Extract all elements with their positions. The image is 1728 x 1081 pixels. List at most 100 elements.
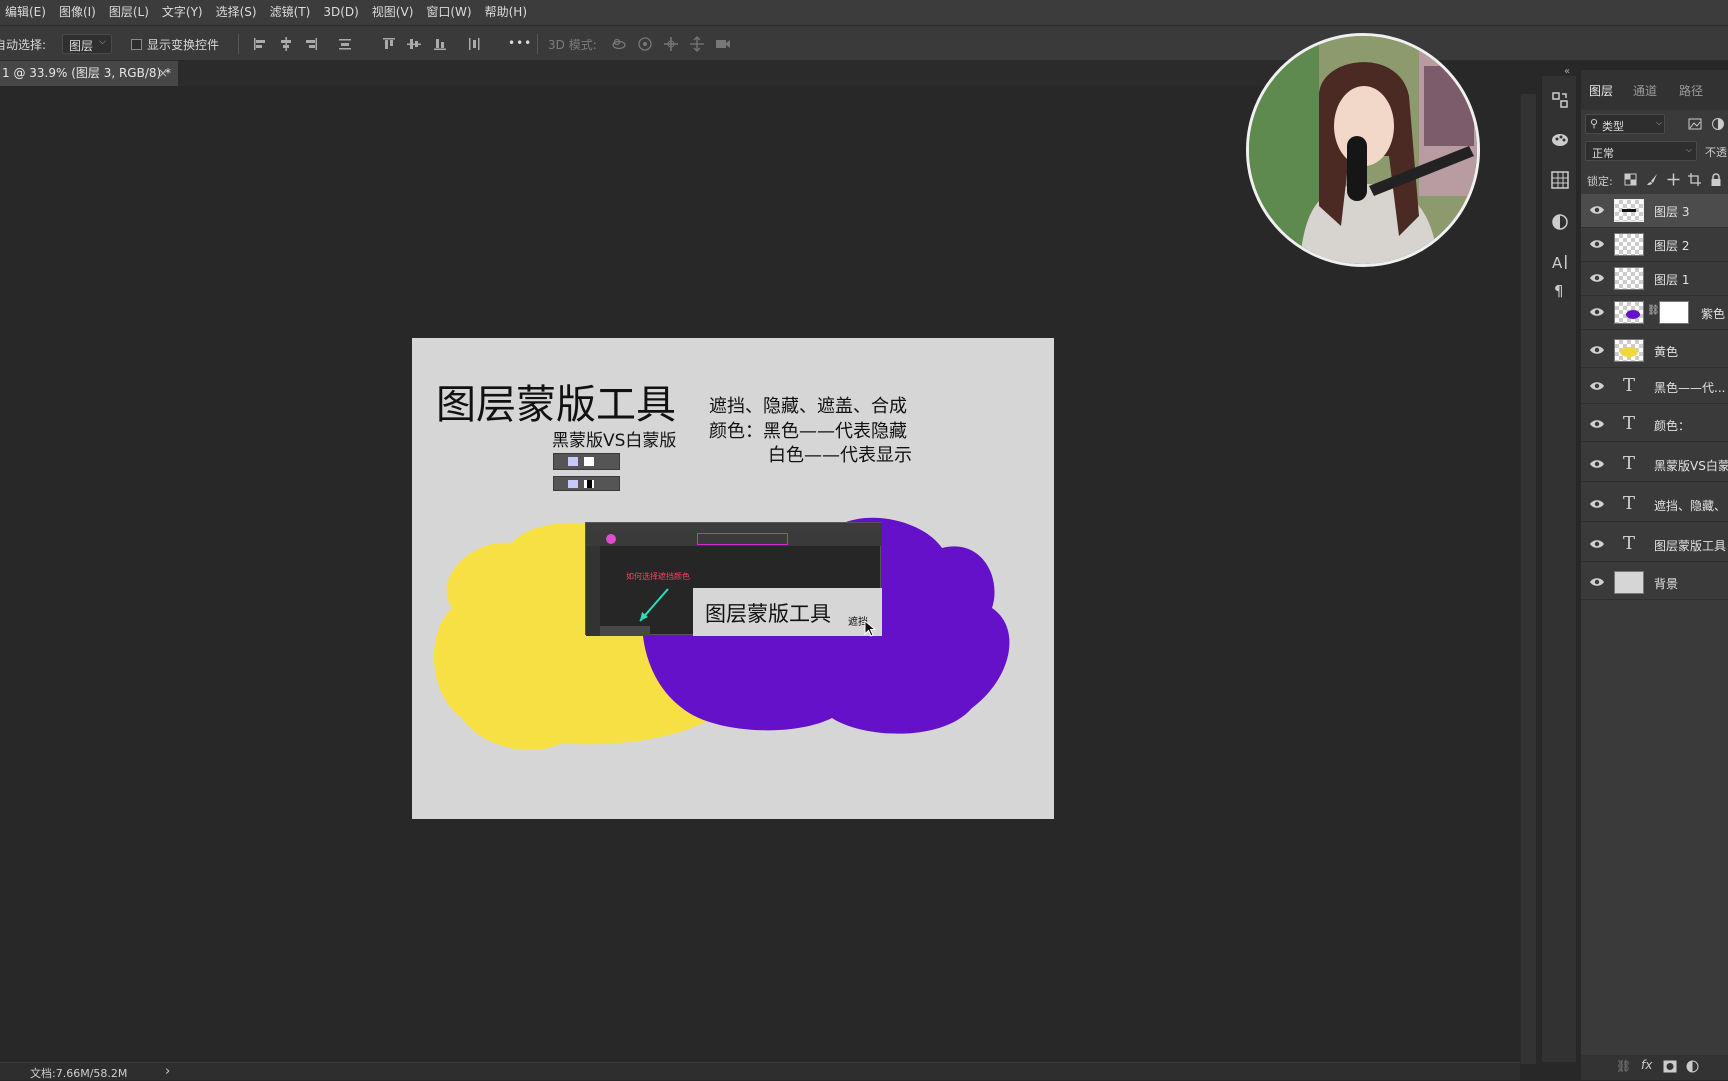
auto-select-dropdown[interactable]: 图层 ⌵: [62, 34, 112, 54]
history-icon[interactable]: [1550, 90, 1570, 110]
link-layers-icon[interactable]: ⛓: [1616, 1059, 1631, 1073]
filter-pixel-icon[interactable]: [1688, 117, 1702, 131]
layer-row[interactable]: 图层 3: [1581, 194, 1728, 228]
layer-row[interactable]: T 颜色：: [1581, 408, 1728, 442]
visibility-eye-icon[interactable]: [1589, 238, 1605, 250]
3d-roll-icon[interactable]: [637, 36, 653, 52]
lock-brush-icon[interactable]: [1646, 173, 1659, 186]
status-menu-arrow[interactable]: ›: [165, 1064, 170, 1079]
visibility-eye-icon[interactable]: [1589, 272, 1605, 284]
webcam-overlay: [1246, 33, 1480, 267]
inset-screenshot: 如何选择遮挡颜色 图层蒙版工具 遮挡: [585, 522, 882, 636]
menu-window[interactable]: 窗口(W): [421, 0, 479, 25]
tab-layers[interactable]: 图层: [1589, 82, 1613, 99]
layer-row[interactable]: 背景: [1581, 566, 1728, 600]
add-mask-icon[interactable]: [1663, 1060, 1677, 1073]
3d-orbit-icon[interactable]: [611, 36, 627, 52]
mini-layer-black: [553, 476, 620, 491]
visibility-eye-icon[interactable]: [1589, 306, 1605, 318]
visibility-eye-icon[interactable]: [1589, 576, 1605, 588]
blend-mode-dropdown[interactable]: 正常 ⌵: [1585, 141, 1697, 161]
doc-size-info: 文档:7.66M/58.2M: [30, 1067, 128, 1080]
blend-mode-value: 正常: [1592, 147, 1614, 160]
swatches-grid-icon[interactable]: [1550, 170, 1570, 190]
layer-row[interactable]: T 黑色——代...: [1581, 370, 1728, 404]
distribute-icon[interactable]: [337, 36, 353, 52]
collapse-panels-icon[interactable]: «: [1564, 66, 1570, 77]
text-layer-icon: T: [1623, 453, 1636, 474]
layer-name: 图层蒙版工具: [1654, 539, 1727, 553]
tab-channels[interactable]: 通道: [1633, 82, 1657, 99]
3d-pan-icon[interactable]: [663, 36, 679, 52]
lock-all-icon[interactable]: [1710, 173, 1722, 186]
adjustment-layer-icon[interactable]: [1686, 1060, 1699, 1073]
align-bottom-icon[interactable]: [432, 36, 448, 52]
3d-slide-icon[interactable]: [689, 36, 705, 52]
menu-view[interactable]: 视图(V): [367, 0, 422, 25]
align-hcenter-icon[interactable]: [278, 36, 294, 52]
visibility-eye-icon[interactable]: [1589, 418, 1605, 430]
tab-paths[interactable]: 路径: [1679, 82, 1703, 99]
menu-select[interactable]: 选择(S): [211, 0, 265, 25]
align-vcenter-icon[interactable]: [406, 36, 422, 52]
align-right-icon[interactable]: [303, 36, 319, 52]
more-options-button[interactable]: •••: [508, 36, 532, 50]
panel-tab-bar: 图层 通道 路径: [1581, 70, 1728, 110]
adjustments-icon[interactable]: [1550, 212, 1570, 232]
layer-row[interactable]: T 图层蒙版工具: [1581, 528, 1728, 562]
layer-row[interactable]: 图层 1: [1581, 262, 1728, 296]
menu-filter[interactable]: 滤镜(T): [265, 0, 319, 25]
presenter-video: [1249, 36, 1477, 264]
filter-adjustment-icon[interactable]: [1711, 117, 1725, 131]
layer-row[interactable]: 图层 2: [1581, 228, 1728, 262]
visibility-eye-icon[interactable]: [1589, 498, 1605, 510]
visibility-eye-icon[interactable]: [1589, 204, 1605, 216]
visibility-eye-icon[interactable]: [1589, 344, 1605, 356]
lock-move-icon[interactable]: [1667, 173, 1680, 186]
layer-name: 黄色: [1654, 345, 1679, 359]
menu-3d[interactable]: 3D(D): [318, 0, 366, 25]
mini-layer-white: [553, 453, 620, 470]
fx-icon[interactable]: fx: [1641, 1058, 1652, 1072]
layer-thumbnail: [1614, 233, 1644, 256]
distribute-vertical-icon[interactable]: [466, 36, 482, 52]
inset-note: 如何选择遮挡颜色: [626, 572, 690, 581]
layer-filter-dropdown[interactable]: ⚲ 类型 ⌵: [1585, 114, 1665, 134]
menu-edit[interactable]: 编辑(E): [0, 0, 54, 25]
lock-transparent-icon[interactable]: [1624, 173, 1637, 186]
close-icon[interactable]: ×: [158, 61, 168, 86]
layer-row[interactable]: T 黑蒙版VS白蒙: [1581, 448, 1728, 482]
3d-camera-icon[interactable]: [715, 36, 731, 52]
layer-row[interactable]: T 遮挡、隐藏、: [1581, 488, 1728, 522]
align-top-icon[interactable]: [381, 36, 397, 52]
status-bar: 文档:7.66M/58.2M ›: [0, 1062, 1520, 1080]
options-bar: 自动选择: 图层 ⌵ 显示变换控件 ••• 3D 模式:: [0, 25, 1728, 61]
color-palette-icon[interactable]: [1550, 130, 1570, 150]
character-icon[interactable]: A: [1550, 252, 1570, 272]
menu-image[interactable]: 图像(I): [54, 0, 104, 25]
menu-bar: 编辑(E) 图像(I) 图层(L) 文字(Y) 选择(S) 滤镜(T) 3D(D…: [0, 0, 1728, 25]
filter-type-value: 类型: [1602, 120, 1624, 133]
align-left-icon[interactable]: [252, 36, 268, 52]
document-canvas[interactable]: 图层蒙版工具 黑蒙版VS白蒙版 遮挡、隐藏、遮盖、合成 颜色：黑色——代表隐藏 …: [412, 338, 1054, 819]
layer-thumbnail: [1614, 199, 1644, 222]
layer-thumbnail: [1614, 571, 1644, 594]
menu-type[interactable]: 文字(Y): [157, 0, 211, 25]
inset-optbar: [586, 532, 882, 546]
visibility-eye-icon[interactable]: [1589, 538, 1605, 550]
layer-mask-thumbnail[interactable]: [1659, 301, 1689, 324]
menu-layer[interactable]: 图层(L): [104, 0, 157, 25]
show-transform-checkbox[interactable]: [131, 39, 142, 50]
menu-help[interactable]: 帮助(H): [480, 0, 535, 25]
layer-name: 紫色: [1701, 307, 1726, 321]
vertical-scrollbar[interactable]: [1520, 94, 1536, 1064]
layer-row[interactable]: 黄色: [1581, 334, 1728, 368]
lock-artboard-icon[interactable]: [1688, 173, 1701, 186]
mask-link-icon[interactable]: ⛓: [1647, 305, 1660, 316]
visibility-eye-icon[interactable]: [1589, 380, 1605, 392]
document-tab[interactable]: 1 @ 33.9% (图层 3, RGB/8) * ×: [0, 61, 178, 86]
layer-row[interactable]: ⛓ 紫色: [1581, 296, 1728, 330]
doc-title: 图层蒙版工具: [436, 382, 676, 428]
paragraph-icon[interactable]: ¶: [1550, 280, 1570, 300]
visibility-eye-icon[interactable]: [1589, 458, 1605, 470]
